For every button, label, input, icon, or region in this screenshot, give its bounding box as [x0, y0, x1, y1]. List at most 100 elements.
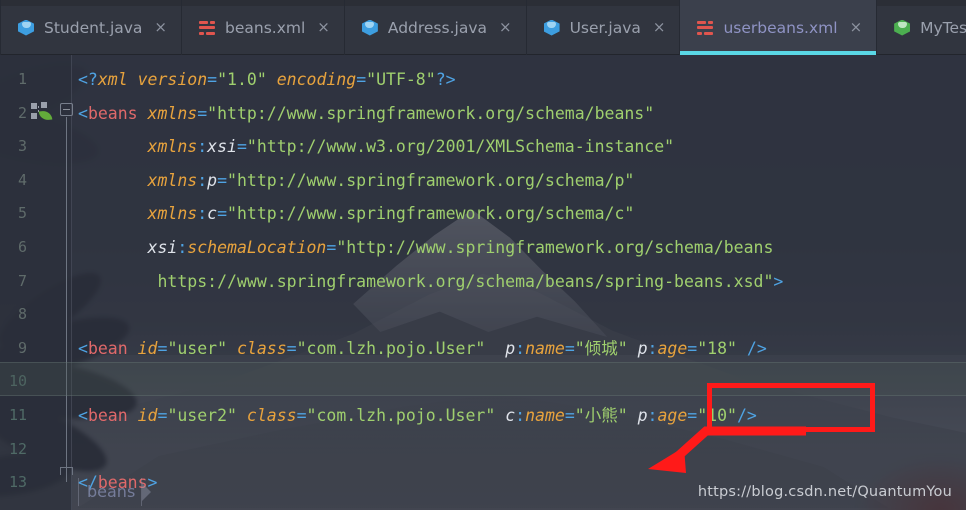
- code-token-punct: :: [515, 406, 526, 425]
- code-line-2[interactable]: <beans xmlns="http://www.springframework…: [78, 103, 655, 123]
- code-token-attr: age: [657, 406, 688, 425]
- code-line-11[interactable]: <bean id="user2" class="com.lzh.pojo.Use…: [78, 406, 757, 425]
- code-token-punct: <: [78, 103, 88, 123]
- code-line-4[interactable]: xmlns:p="http://www.springframework.org/…: [78, 170, 635, 190]
- editor-tab-close-icon[interactable]: ×: [499, 20, 512, 35]
- code-token-punct: />: [736, 406, 757, 425]
- code-token-punct: =: [236, 137, 247, 157]
- code-token-val: "user2": [167, 406, 237, 425]
- breadcrumb[interactable]: beans: [78, 478, 152, 506]
- code-token-attr: id: [137, 406, 158, 425]
- code-token-punct: :: [177, 238, 188, 257]
- editor-tab-close-icon[interactable]: ×: [653, 20, 666, 35]
- code-token-attr: name: [525, 406, 565, 425]
- code-token-attr: xmlns: [147, 204, 198, 224]
- code-token-val: "10": [697, 406, 737, 425]
- code-token-ns: p: [637, 406, 648, 425]
- editor-tab-close-icon[interactable]: ×: [850, 20, 863, 35]
- code-token-ns: p: [637, 338, 648, 358]
- code-token-punct: =: [687, 406, 698, 425]
- editor-tab-address-java[interactable]: Address.java ×: [345, 0, 527, 55]
- code-token-val: "倾城": [574, 338, 628, 358]
- code-token-attr: xmlns: [147, 103, 198, 123]
- code-token-val: "http://www.springframework.org/schema/b…: [336, 238, 774, 257]
- breadcrumb-label: beans: [87, 482, 136, 501]
- code-token-val: "user": [167, 338, 228, 358]
- code-token-punct: :: [515, 338, 526, 358]
- code-token-punct: <?: [78, 70, 98, 89]
- editor-code-area[interactable]: <?xml version="1.0" encoding="UTF-8"?> <b…: [0, 55, 966, 510]
- editor-tab-user-java[interactable]: User.java ×: [527, 0, 681, 55]
- code-token-punct: =: [356, 70, 367, 89]
- gutter-line-number: 9: [17, 338, 27, 357]
- editor-tab-label: userbeans.xml: [723, 18, 838, 37]
- gutter-line-number: 12: [8, 439, 27, 458]
- code-token-val: "UTF-8": [366, 70, 436, 89]
- editor-tab-close-icon[interactable]: ×: [317, 20, 330, 35]
- code-token-val: "1.0": [217, 70, 267, 89]
- xml-file-icon: [198, 19, 216, 37]
- editor-tab-student-java[interactable]: Student.java ×: [0, 0, 182, 55]
- breadcrumb-item-beans[interactable]: beans: [78, 478, 143, 506]
- code-token-val: "http://www.springframework.org/schema/b…: [207, 103, 655, 123]
- code-token-attr: version: [137, 70, 208, 89]
- java-class-icon: [361, 19, 379, 37]
- code-token-proc: xml: [97, 70, 128, 89]
- gutter-line-number: 1: [17, 70, 27, 88]
- code-token-punct: :: [197, 137, 208, 157]
- code-line-6[interactable]: xsi:schemaLocation="http://www.springfra…: [78, 238, 774, 257]
- watermark-url: https://blog.csdn.net/QuantumYou: [697, 484, 952, 500]
- code-fold-stem: [66, 116, 67, 483]
- editor-tab-beans-xml[interactable]: beans.xml ×: [182, 0, 345, 55]
- editor-tab-mytest-java[interactable]: MyTest.java×: [877, 0, 966, 55]
- spring-bean-gutter-icon[interactable]: [31, 101, 53, 122]
- code-token-punct: :: [197, 170, 208, 190]
- code-token-tag: beans: [87, 103, 138, 123]
- code-token-tag: bean: [87, 338, 128, 358]
- code-token-ns: xsi: [147, 238, 178, 257]
- code-token-punct: <: [78, 406, 88, 425]
- java-class-icon: [543, 19, 561, 37]
- gutter-line-number: 8: [17, 305, 27, 324]
- editor-tab-label: MyTest.java: [920, 18, 966, 37]
- code-token-attr: schemaLocation: [187, 238, 327, 257]
- code-line-9[interactable]: <bean id="user" class="com.lzh.pojo.User…: [78, 338, 767, 358]
- code-token-ns: p: [505, 338, 516, 358]
- code-token-val: "18": [697, 338, 737, 358]
- java-test-class-icon: [893, 19, 911, 37]
- code-token-val: "http://www.w3.org/2001/XMLSchema-instan…: [246, 137, 675, 157]
- code-line-3[interactable]: xmlns:xsi="http://www.w3.org/2001/XMLSch…: [78, 137, 675, 157]
- code-line-1[interactable]: <?xml version="1.0" encoding="UTF-8"?>: [78, 70, 456, 89]
- code-token-val: "http://www.springframework.org/schema/p…: [227, 170, 635, 190]
- code-token-attr: xmlns: [147, 137, 198, 157]
- code-token-punct: =: [687, 338, 698, 358]
- code-line-5[interactable]: xmlns:c="http://www.springframework.org/…: [78, 204, 635, 224]
- code-token-punct: :: [647, 406, 658, 425]
- code-token-attr: xmlns: [147, 170, 198, 190]
- editor-tab-userbeans-xml[interactable]: userbeans.xml ×: [680, 0, 878, 55]
- editor-tab-close-icon[interactable]: ×: [154, 20, 167, 35]
- code-fold-marker-line-2[interactable]: [60, 102, 73, 116]
- gutter-line-number: 5: [17, 204, 27, 223]
- java-class-icon: [17, 19, 35, 37]
- editor-tab-bar: Student.java × beans.xml × Address.java × User…: [0, 0, 966, 55]
- code-token-attr: name: [525, 338, 565, 358]
- editor-tab-label: Address.java: [387, 18, 487, 37]
- code-line-7[interactable]: https://www.springframework.org/schema/b…: [78, 272, 783, 291]
- code-token-punct: =: [157, 406, 168, 425]
- code-token-punct: =: [296, 406, 307, 425]
- code-token-punct: =: [326, 238, 337, 257]
- breadcrumb-chevron-icon: [142, 483, 152, 501]
- editor-tab-label: beans.xml: [225, 18, 306, 37]
- editor-gutter: 1 2 3 4 5 6 7 8 9 10 11 12 13: [0, 55, 73, 510]
- code-token-punct: =: [197, 103, 208, 123]
